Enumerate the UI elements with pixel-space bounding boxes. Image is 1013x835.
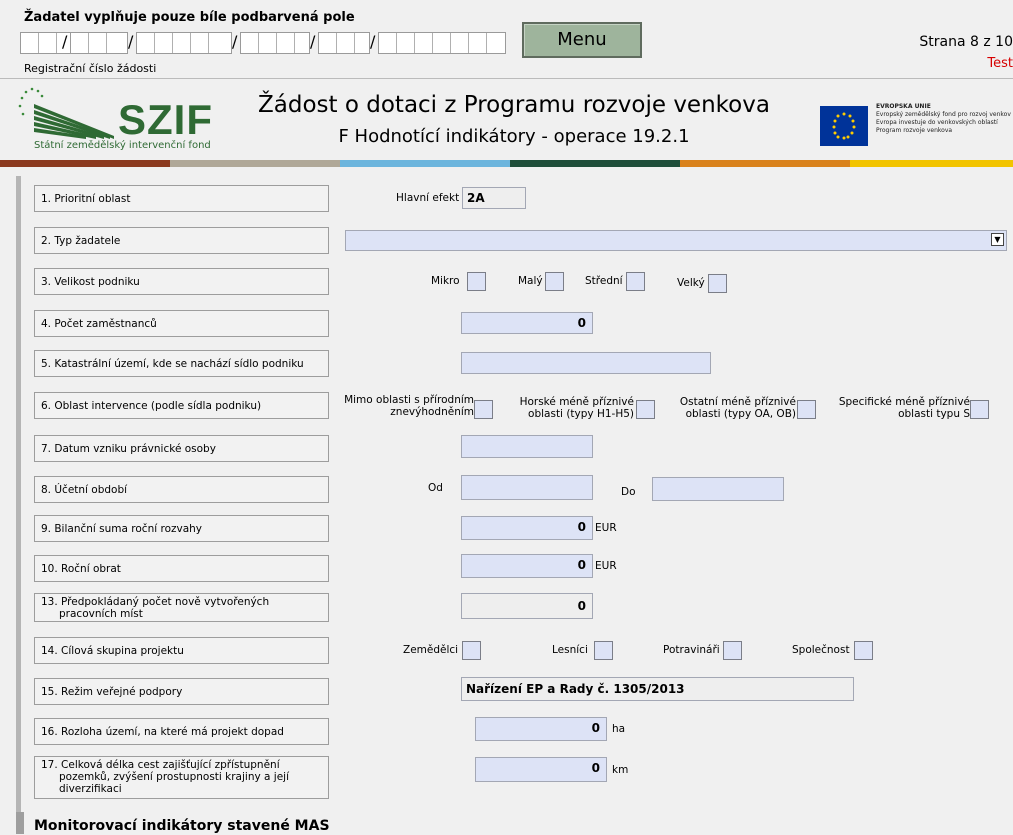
target-company-checkbox[interactable] <box>854 641 873 660</box>
state-aid-regime-field: Nařízení EP a Rady č. 1305/2013 <box>461 677 854 701</box>
road-length-unit: km <box>612 764 629 776</box>
label-intervention-area: 6. Oblast intervence (podle sídla podnik… <box>34 392 329 419</box>
target-farmers-checkbox[interactable] <box>462 641 481 660</box>
reg-segment-5[interactable] <box>318 32 370 54</box>
instruction-note: Žadatel vyplňuje pouze bíle podbarvená p… <box>24 10 355 25</box>
period-to-field[interactable] <box>652 477 784 501</box>
test-label: Test <box>987 56 1013 71</box>
reg-segment-4[interactable] <box>240 32 310 54</box>
label-cadastral-area: 5. Katastrální území, kde se nachází síd… <box>34 350 329 377</box>
road-length-field[interactable]: 0 <box>475 757 607 782</box>
label-applicant-type: 2. Typ žadatele <box>34 227 329 254</box>
section-heading-mas-indicators: Monitorovací indikátory stavené MAS <box>34 818 330 834</box>
area-specific-checkbox[interactable] <box>970 400 989 419</box>
reg-segment-6[interactable] <box>378 32 506 54</box>
area-other-checkbox[interactable] <box>797 400 816 419</box>
new-jobs-field[interactable]: 0 <box>461 593 593 619</box>
size-micro-label: Mikro <box>431 275 460 287</box>
size-small-label: Malý <box>518 275 543 287</box>
stripe-segment <box>170 160 340 167</box>
stripe-segment <box>510 160 680 167</box>
target-foresters-label: Lesníci <box>552 644 588 656</box>
area-mountain-checkbox[interactable] <box>636 400 655 419</box>
employee-count-field[interactable]: 0 <box>461 312 593 334</box>
label-target-group: 14. Cílová skupina projektu <box>34 637 329 664</box>
label-founding-date: 7. Datum vzniku právnické osoby <box>34 435 329 462</box>
stripe-segment <box>850 160 1013 167</box>
size-medium-checkbox[interactable] <box>626 272 645 291</box>
chevron-down-icon[interactable]: ▼ <box>991 233 1004 246</box>
eu-flag-icon <box>820 106 868 146</box>
period-to-label: Do <box>621 486 636 498</box>
header-color-stripe <box>0 160 1013 167</box>
header-divider <box>0 78 1013 79</box>
section-marker <box>16 812 24 834</box>
reg-segment-3[interactable] <box>136 32 232 54</box>
size-large-label: Velký <box>677 277 705 289</box>
annual-turnover-unit: EUR <box>595 560 617 572</box>
label-accounting-period: 8. Účetní období <box>34 476 329 503</box>
szif-logo-subtitle: Státní zemědělský intervenční fond <box>34 140 211 151</box>
area-other-label: Ostatní méně příznivé oblasti (typy OA, O… <box>679 396 796 420</box>
label-affected-area: 16. Rozloha území, na které má projekt d… <box>34 718 329 745</box>
target-farmers-label: Zemědělci <box>403 644 459 656</box>
cadastral-area-field[interactable] <box>461 352 711 374</box>
label-annual-turnover: 10. Roční obrat <box>34 555 329 582</box>
reg-slash: / <box>128 32 134 51</box>
form-subtitle: F Hodnotící indikátory - operace 19.2.1 <box>338 126 690 147</box>
balance-sum-unit: EUR <box>595 522 617 534</box>
affected-area-unit: ha <box>612 723 626 735</box>
area-mountain-label: Horské méně příznivé oblasti (typy H1-H5) <box>519 396 634 420</box>
area-outside-checkbox[interactable] <box>474 400 493 419</box>
left-margin-bar <box>16 176 21 816</box>
target-food-label: Potravináři <box>663 644 720 656</box>
label-employee-count: 4. Počet zaměstnanců <box>34 310 329 337</box>
reg-slash: / <box>370 32 376 51</box>
reg-slash: / <box>62 32 68 51</box>
size-micro-checkbox[interactable] <box>467 272 486 291</box>
label-balance-sum: 9. Bilanční suma roční rozvahy <box>34 515 329 542</box>
balance-sum-field[interactable]: 0 <box>461 516 593 540</box>
target-company-label: Společnost <box>792 644 850 656</box>
size-large-checkbox[interactable] <box>708 274 727 293</box>
szif-logo-text: SZIF <box>118 96 213 143</box>
size-small-checkbox[interactable] <box>545 272 564 291</box>
stripe-segment <box>0 160 170 167</box>
affected-area-field[interactable]: 0 <box>475 717 607 741</box>
menu-button[interactable]: Menu <box>522 22 642 58</box>
size-medium-label: Střední <box>585 275 623 287</box>
main-effect-field[interactable]: 2A <box>462 187 526 209</box>
registration-number-label: Registrační číslo žádosti <box>24 62 157 75</box>
stripe-segment <box>680 160 850 167</box>
reg-slash: / <box>310 32 316 51</box>
period-from-field[interactable] <box>461 475 593 500</box>
page-indicator: Strana 8 z 10 <box>919 34 1013 50</box>
main-effect-label: Hlavní efekt <box>396 192 460 204</box>
annual-turnover-field[interactable]: 0 <box>461 554 593 578</box>
label-state-aid-regime: 15. Režim veřejné podpory <box>34 678 329 705</box>
label-road-length: 17. Celková délka cest zajišťující zpřís… <box>34 756 329 799</box>
label-company-size: 3. Velikost podniku <box>34 268 329 295</box>
target-food-checkbox[interactable] <box>723 641 742 660</box>
period-from-label: Od <box>428 482 443 494</box>
label-new-jobs: 13. Předpokládaný počet nově vytvořených… <box>34 593 329 622</box>
area-outside-label: Mimo oblasti s přírodním znevýhodněním <box>344 394 474 418</box>
label-priority-area: 1. Prioritní oblast <box>34 185 329 212</box>
reg-segment-2[interactable] <box>70 32 128 54</box>
area-specific-label: Specifické méně příznivé oblasti typu S <box>838 396 970 420</box>
reg-slash: / <box>232 32 238 51</box>
szif-logo-emblem <box>14 84 114 140</box>
form-title: Žádost o dotaci z Programu rozvoje venko… <box>258 92 770 118</box>
applicant-type-select[interactable]: ▼ <box>345 230 1007 251</box>
founding-date-field[interactable] <box>461 435 593 458</box>
stripe-segment <box>340 160 510 167</box>
target-foresters-checkbox[interactable] <box>594 641 613 660</box>
eu-funding-text: EVROPSKÁ UNIE Evropský zemědělský fond p… <box>876 103 1011 134</box>
